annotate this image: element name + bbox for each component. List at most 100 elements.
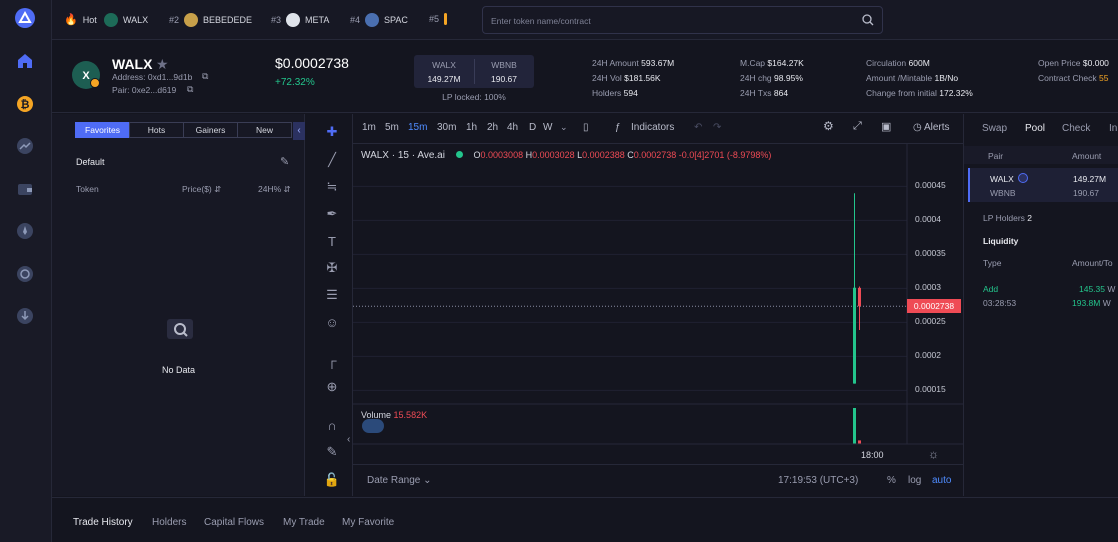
tab-new[interactable]: New	[237, 122, 292, 138]
group-title: Default	[76, 157, 105, 167]
star-icon[interactable]: ★	[156, 56, 169, 73]
chart-toolbar: 1m 5m 15m 30m 1h 2h 4h D W ⌄ ▯ ƒ Indicat…	[353, 114, 963, 144]
tf-2h[interactable]: 2h	[487, 122, 498, 133]
tab-hots[interactable]: Hots	[129, 122, 184, 138]
liquidity-title: Liquidity	[983, 236, 1019, 246]
redo-icon[interactable]: ↷	[713, 122, 721, 133]
copy-address-icon[interactable]: ⧉	[202, 71, 208, 82]
y-tick-label: 0.0004	[915, 214, 941, 225]
price-change: +72.32%	[275, 77, 315, 88]
collapse-panel-icon[interactable]: ‹	[293, 122, 305, 140]
favorites-panel: Favorites Hots Gainers New ‹ Default ✎ T…	[52, 114, 305, 496]
log-toggle[interactable]: log	[908, 475, 921, 486]
indicators-button[interactable]: Indicators	[631, 122, 674, 133]
home-icon[interactable]	[14, 50, 36, 72]
hot-token-2[interactable]: #2 BEBEDEDE	[169, 13, 252, 27]
collapse-arrow-icon[interactable]: ‹	[347, 434, 350, 445]
unlock-icon[interactable]: 🔓	[323, 471, 341, 489]
lock-drawing-icon[interactable]: ✎	[323, 443, 341, 461]
zoom-in-icon[interactable]: ⊕	[323, 378, 341, 396]
axis-settings-icon[interactable]: ☼	[928, 447, 939, 461]
tab-pool[interactable]: Pool	[1025, 123, 1045, 134]
col-change[interactable]: 24H% ⇵	[258, 184, 291, 195]
magnet-icon[interactable]: ∩	[323, 416, 341, 434]
settings-icon[interactable]: ⚙	[823, 119, 834, 133]
row-indicator	[968, 168, 970, 202]
candle-type-icon[interactable]: ▯	[583, 122, 589, 133]
trend-icon[interactable]	[14, 135, 36, 157]
bitcoin-icon[interactable]: ₿	[14, 93, 36, 115]
hot-token-5[interactable]: #5	[429, 13, 448, 25]
hot-token-4[interactable]: #4 SPAC	[350, 13, 408, 27]
rocket-icon[interactable]	[14, 220, 36, 242]
tf-15m[interactable]: 15m	[408, 122, 427, 133]
current-price-label: 0.0002738	[907, 299, 961, 314]
meta-token-icon	[286, 13, 301, 27]
edit-icon[interactable]: ✎	[280, 155, 289, 168]
tab-favorites[interactable]: Favorites	[75, 122, 130, 138]
token-symbol: WALX	[112, 56, 153, 72]
target-icon[interactable]	[14, 263, 36, 285]
trendline-icon[interactable]: ╱	[323, 151, 341, 169]
tf-30m[interactable]: 30m	[437, 122, 456, 133]
auto-toggle[interactable]: auto	[932, 475, 951, 486]
brush-icon[interactable]: ✒	[323, 205, 341, 223]
token-icon-partial	[444, 13, 448, 25]
crosshair-icon[interactable]: ✚	[323, 123, 341, 141]
tab-gainers[interactable]: Gainers	[183, 122, 238, 138]
tab-my-trade[interactable]: My Trade	[283, 517, 325, 528]
y-tick-label: 0.00045	[915, 180, 946, 191]
text-tool-icon[interactable]: T	[323, 232, 341, 250]
hot-token-3[interactable]: #3 META	[271, 13, 329, 27]
chart-area: 1m 5m 15m 30m 1h 2h 4h D W ⌄ ▯ ƒ Indicat…	[347, 114, 963, 496]
lp-holders: LP Holders 2	[983, 213, 1033, 223]
tab-check[interactable]: Check	[1062, 123, 1090, 134]
alerts-button[interactable]: ◷ Alerts	[913, 122, 950, 133]
undo-icon[interactable]: ↶	[694, 122, 702, 133]
wallet-icon[interactable]	[14, 178, 36, 200]
chevron-down-icon[interactable]: ⌄	[560, 122, 568, 133]
copy-pair-icon[interactable]: ⧉	[187, 84, 193, 95]
y-tick-label: 0.0002	[915, 350, 941, 361]
download-icon[interactable]	[14, 305, 36, 327]
emoji-icon[interactable]: ☺	[323, 313, 341, 331]
tf-4h[interactable]: 4h	[507, 122, 518, 133]
app-root: ₿ 🔥 Hot WALX #2 BEBEDEDE #3 META #4 SPAC…	[0, 0, 1118, 542]
col-price[interactable]: Price($) ⇵	[182, 184, 221, 195]
search-input[interactable]: Enter token name/contract	[482, 6, 883, 34]
y-tick-label: 0.00015	[915, 384, 946, 395]
ave-watermark-icon	[362, 419, 384, 433]
hot-token-1[interactable]: WALX	[104, 13, 148, 27]
ruler-icon[interactable]: ┌	[323, 351, 341, 369]
fib-icon[interactable]: ☰	[323, 286, 341, 304]
tab-trade-history[interactable]: Trade History	[73, 517, 133, 528]
tf-5m[interactable]: 5m	[385, 122, 399, 133]
pattern-icon[interactable]: ✠	[323, 259, 341, 277]
no-data-text: No Data	[161, 365, 196, 375]
percent-toggle[interactable]: %	[887, 475, 896, 486]
pair-table-header: Pair Amount	[964, 146, 1118, 164]
tf-w[interactable]: W	[543, 122, 552, 133]
camera-icon[interactable]: ▣	[881, 120, 891, 133]
tab-capital-flows[interactable]: Capital Flows	[204, 517, 264, 528]
tab-info[interactable]: In	[1109, 123, 1117, 134]
tf-1m[interactable]: 1m	[362, 122, 376, 133]
search-icon[interactable]	[862, 14, 874, 26]
parallel-lines-icon[interactable]: ≒	[323, 178, 341, 196]
logo-icon[interactable]	[14, 7, 36, 29]
tf-1h[interactable]: 1h	[466, 122, 477, 133]
fullscreen-icon[interactable]: ⤢	[853, 120, 862, 133]
spac-token-icon	[365, 13, 380, 27]
verified-icon	[1018, 173, 1028, 183]
tab-holders[interactable]: Holders	[152, 517, 186, 528]
date-range-button[interactable]: Date Range ⌄	[367, 475, 432, 486]
tf-d[interactable]: D	[529, 122, 536, 133]
bnb-chain-icon	[90, 78, 100, 88]
liq-amount-2: 193.8M W	[1072, 298, 1111, 308]
tab-my-favorite[interactable]: My Favorite	[342, 517, 394, 528]
token-price: $0.0002738	[275, 55, 349, 71]
pair-row: WALX 149.27M WBNB 190.67	[968, 168, 1118, 202]
tab-swap[interactable]: Swap	[982, 123, 1007, 134]
hot-label: 🔥 Hot	[64, 14, 97, 26]
fx-icon[interactable]: ƒ	[615, 122, 621, 133]
